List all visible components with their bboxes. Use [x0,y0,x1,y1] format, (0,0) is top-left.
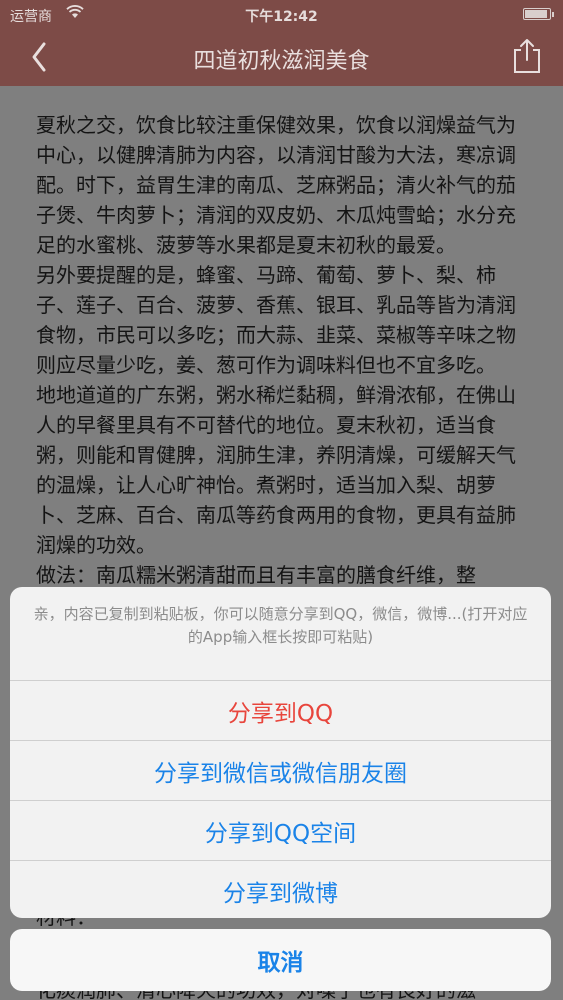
clipboard-message: 亲，内容已复制到粘贴板，你可以随意分享到QQ，微信，微博...(打开对应的App… [10,587,551,681]
article-text: 夏秋之交，饮食比较注重保健效果，饮食以润燥益气为中心，以健脾清肺为内容，以清润甘… [36,110,528,590]
status-bar: 运营商 下午12:42 [0,0,563,28]
share-to-wechat-button[interactable]: 分享到微信或微信朋友圈 [10,741,551,801]
article-paragraph: 另外要提醒的是，蜂蜜、马蹄、葡萄、萝卜、梨、柿子、莲子、百合、菠萝、香蕉、银耳、… [36,263,516,377]
article-paragraph: 地地道道的广东粥，粥水稀烂黏稠，鲜滑浓郁，在佛山人的早餐里具有不可替代的地位。夏… [36,383,516,557]
article-paragraph: 做法：南瓜糯米粥清甜而且有丰富的膳食纤维，整 [36,563,476,587]
share-to-qq-button[interactable]: 分享到QQ [10,681,551,741]
share-action-sheet: 亲，内容已复制到粘贴板，你可以随意分享到QQ，微信，微博...(打开对应的App… [10,587,551,918]
article-paragraph: 夏秋之交，饮食比较注重保健效果，饮食以润燥益气为中心，以健脾清肺为内容，以清润甘… [36,113,516,257]
cancel-button[interactable]: 取消 [10,929,551,991]
share-icon[interactable] [509,36,545,76]
page-title: 四道初秋滋润美食 [193,49,370,74]
status-time: 下午12:42 [245,9,318,25]
share-to-qzone-button[interactable]: 分享到QQ空间 [10,801,551,861]
nav-bar: 四道初秋滋润美食 [0,28,563,86]
share-to-weibo-button[interactable]: 分享到微博 [10,861,551,918]
battery-icon [523,8,554,20]
